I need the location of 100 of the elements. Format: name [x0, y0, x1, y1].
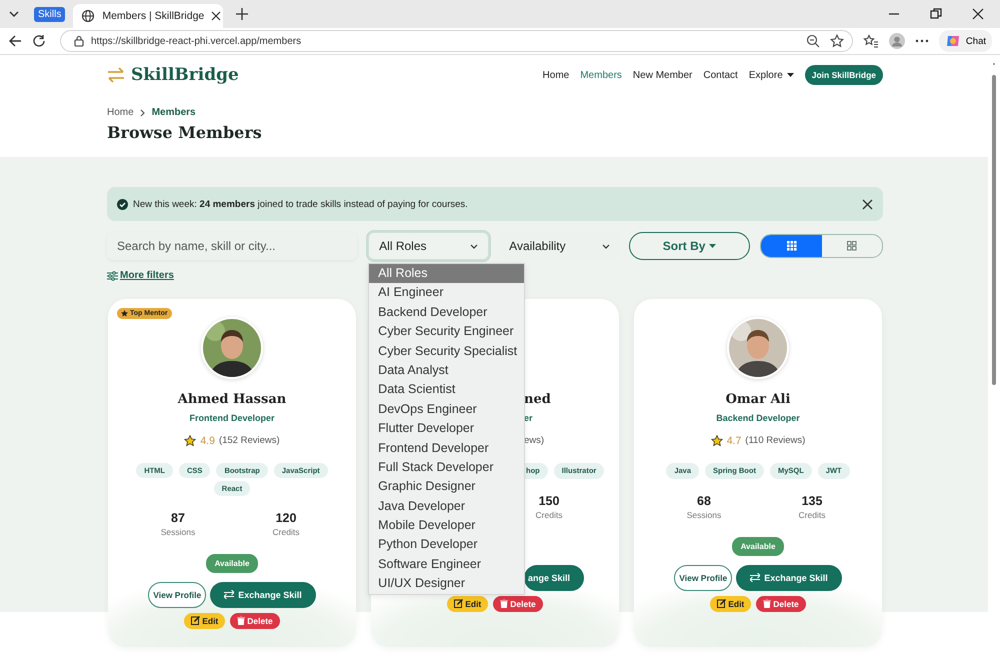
dropdown-option[interactable]: Cyber Security Engineer — [369, 322, 524, 342]
member-name: Ahmed Hassan — [178, 390, 286, 408]
member-role: Frontend Developer — [189, 412, 274, 424]
review-count: ews) — [524, 435, 544, 446]
delete-button[interactable]: Delete — [756, 596, 806, 612]
nav-link[interactable]: Explore — [748, 70, 794, 80]
alert-message: New this week: 24 members joined to trade skills instead of paying for courses. — [133, 198, 468, 210]
close-icon[interactable] — [862, 198, 873, 210]
stat-label: Credits — [272, 526, 300, 536]
check-circle-icon — [117, 198, 128, 210]
more-icon[interactable] — [914, 39, 929, 43]
refresh-icon[interactable] — [32, 34, 46, 48]
profile-icon[interactable] — [888, 33, 905, 49]
trash-icon — [500, 599, 508, 608]
chevron-down-icon — [602, 244, 610, 248]
dropdown-option[interactable]: Python Developer — [369, 535, 524, 555]
search-field[interactable]: Search by name, skill or city... — [107, 232, 358, 260]
view-mode-button[interactable] — [761, 235, 822, 257]
restore-icon[interactable] — [930, 8, 942, 20]
sort-button[interactable]: Sort By — [628, 232, 750, 260]
grid-icon — [846, 241, 857, 251]
favorites-icon[interactable] — [862, 34, 879, 48]
lock-icon — [73, 35, 85, 47]
stat-value: 150 — [538, 494, 560, 508]
stat-value: 135 — [802, 494, 822, 508]
address-bar[interactable]: https://skillbridge-react-phi.vercel.app/members — [60, 30, 853, 52]
role-select[interactable]: All Roles — [368, 232, 490, 260]
status-badge: Available — [206, 554, 258, 572]
dropdown-option[interactable]: Frontend Developer — [369, 438, 524, 458]
nav-link[interactable]: Members — [580, 70, 622, 80]
dropdown-option[interactable]: AI Engineer — [369, 283, 524, 303]
copilot-icon — [944, 33, 961, 49]
chevron-down-icon — [470, 244, 478, 248]
rating-value: 4.9 — [200, 434, 215, 446]
stat-value: 87 — [171, 510, 185, 524]
dropdown-option[interactable]: Backend Developer — [369, 302, 524, 322]
stat-label: Sessions — [160, 526, 196, 536]
dropdown-option[interactable]: DevOps Engineer — [369, 400, 524, 420]
rating-value: 4.7 — [726, 434, 742, 446]
breadcrumb-link[interactable]: Members — [152, 107, 196, 118]
close-icon[interactable] — [972, 8, 984, 20]
stat-label: Credits — [536, 510, 562, 520]
star-icon[interactable] — [830, 34, 844, 48]
exchange-skill-button[interactable]: ange Skill — [524, 564, 584, 590]
member-role: Backend Developer — [716, 412, 800, 424]
edit-button[interactable]: Edit — [710, 596, 752, 612]
tab-group-label[interactable]: Skills — [34, 6, 66, 22]
member-name: Omar Ali — [726, 390, 790, 408]
dense-grid-icon — [786, 241, 797, 251]
dropdown-option[interactable]: Software Engineer — [369, 554, 524, 574]
edit-button[interactable]: Edit — [184, 612, 226, 628]
edit-icon — [717, 599, 726, 608]
swap-icon — [750, 573, 760, 582]
stat-label: Sessions — [686, 510, 722, 520]
join-button[interactable]: Join SkillBridge — [804, 65, 883, 85]
nav-link[interactable]: New Member — [632, 70, 692, 80]
review-count: (110 Reviews) — [745, 435, 806, 446]
trash-icon — [237, 616, 246, 625]
exchange-skill-button[interactable]: Exchange Skill — [210, 582, 316, 608]
review-count: (152 Reviews) — [218, 435, 280, 446]
caret-icon — [709, 244, 716, 248]
dropdown-option[interactable]: Java Developer — [369, 496, 524, 516]
dropdown-option[interactable]: UI/UX Designer — [369, 574, 524, 594]
dropdown-option[interactable]: Cyber Security Specialist — [369, 342, 524, 361]
dropdown-option[interactable]: Mobile Developer — [369, 516, 524, 536]
chevron-icon — [140, 108, 146, 116]
exchange-skill-button[interactable]: Exchange Skill — [736, 564, 842, 590]
brand-name[interactable]: SkillBridge — [131, 65, 239, 85]
new-tab-icon[interactable] — [235, 7, 250, 21]
star-icon — [121, 310, 128, 316]
view-profile-button[interactable]: View Profile — [148, 582, 206, 608]
edit-icon — [454, 599, 464, 608]
caret-icon — [786, 73, 794, 77]
delete-button[interactable]: Delete — [230, 612, 280, 628]
stat-value: 68 — [697, 494, 711, 508]
trash-icon — [763, 599, 772, 608]
zoom-out-icon[interactable] — [806, 34, 820, 48]
more-filters-link[interactable]: More filters — [107, 270, 174, 281]
dropdown-option[interactable]: Data Analyst — [369, 360, 524, 380]
edit-icon — [191, 616, 200, 625]
nav-link[interactable]: Home — [542, 70, 570, 80]
star-icon — [710, 434, 723, 446]
status-badge: Available — [732, 536, 784, 556]
swap-icon — [224, 590, 234, 599]
dropdown-option[interactable]: Flutter Developer — [369, 419, 524, 439]
close-icon[interactable] — [211, 11, 222, 21]
edit-button[interactable]: Edit — [447, 596, 488, 612]
page-title: Browse Members — [107, 123, 263, 142]
sliders-icon — [107, 270, 118, 280]
dropdown-option[interactable]: Data Scientist — [369, 380, 524, 400]
dropdown-option[interactable]: Graphic Designer — [369, 477, 524, 497]
view-profile-button[interactable]: View Profile — [674, 564, 732, 590]
delete-button[interactable]: Delete — [493, 596, 543, 612]
dropdown-option[interactable]: All Roles — [369, 264, 524, 284]
breadcrumb-link[interactable]: Home — [107, 107, 134, 118]
chat-button[interactable]: Chat — [938, 30, 992, 52]
nav-link[interactable]: Contact — [703, 70, 738, 80]
back-icon[interactable] — [8, 34, 22, 48]
browser-tab[interactable]: Members | SkillBridge — [73, 4, 224, 28]
star-icon — [184, 434, 196, 446]
